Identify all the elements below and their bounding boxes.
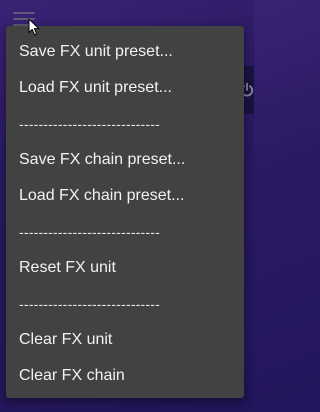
menu-item-load-fx-unit-preset[interactable]: Load FX unit preset... — [6, 70, 244, 106]
hamburger-menu-icon[interactable] — [13, 12, 37, 26]
menu-item-load-fx-chain-preset[interactable]: Load FX chain preset... — [6, 178, 244, 214]
menu-item-reset-fx-unit[interactable]: Reset FX unit — [6, 250, 244, 286]
menu-separator: ----------------------------- — [19, 116, 161, 132]
menu-separator: ----------------------------- — [19, 296, 161, 312]
menu-item-clear-fx-unit[interactable]: Clear FX unit — [6, 322, 244, 358]
menu-item-save-fx-unit-preset[interactable]: Save FX unit preset... — [6, 34, 244, 70]
menu-item-save-fx-chain-preset[interactable]: Save FX chain preset... — [6, 142, 244, 178]
menu-separator: ----------------------------- — [19, 224, 161, 240]
fx-context-menu: Save FX unit preset... Load FX unit pres… — [6, 26, 244, 398]
menu-item-clear-fx-chain[interactable]: Clear FX chain — [6, 358, 244, 394]
